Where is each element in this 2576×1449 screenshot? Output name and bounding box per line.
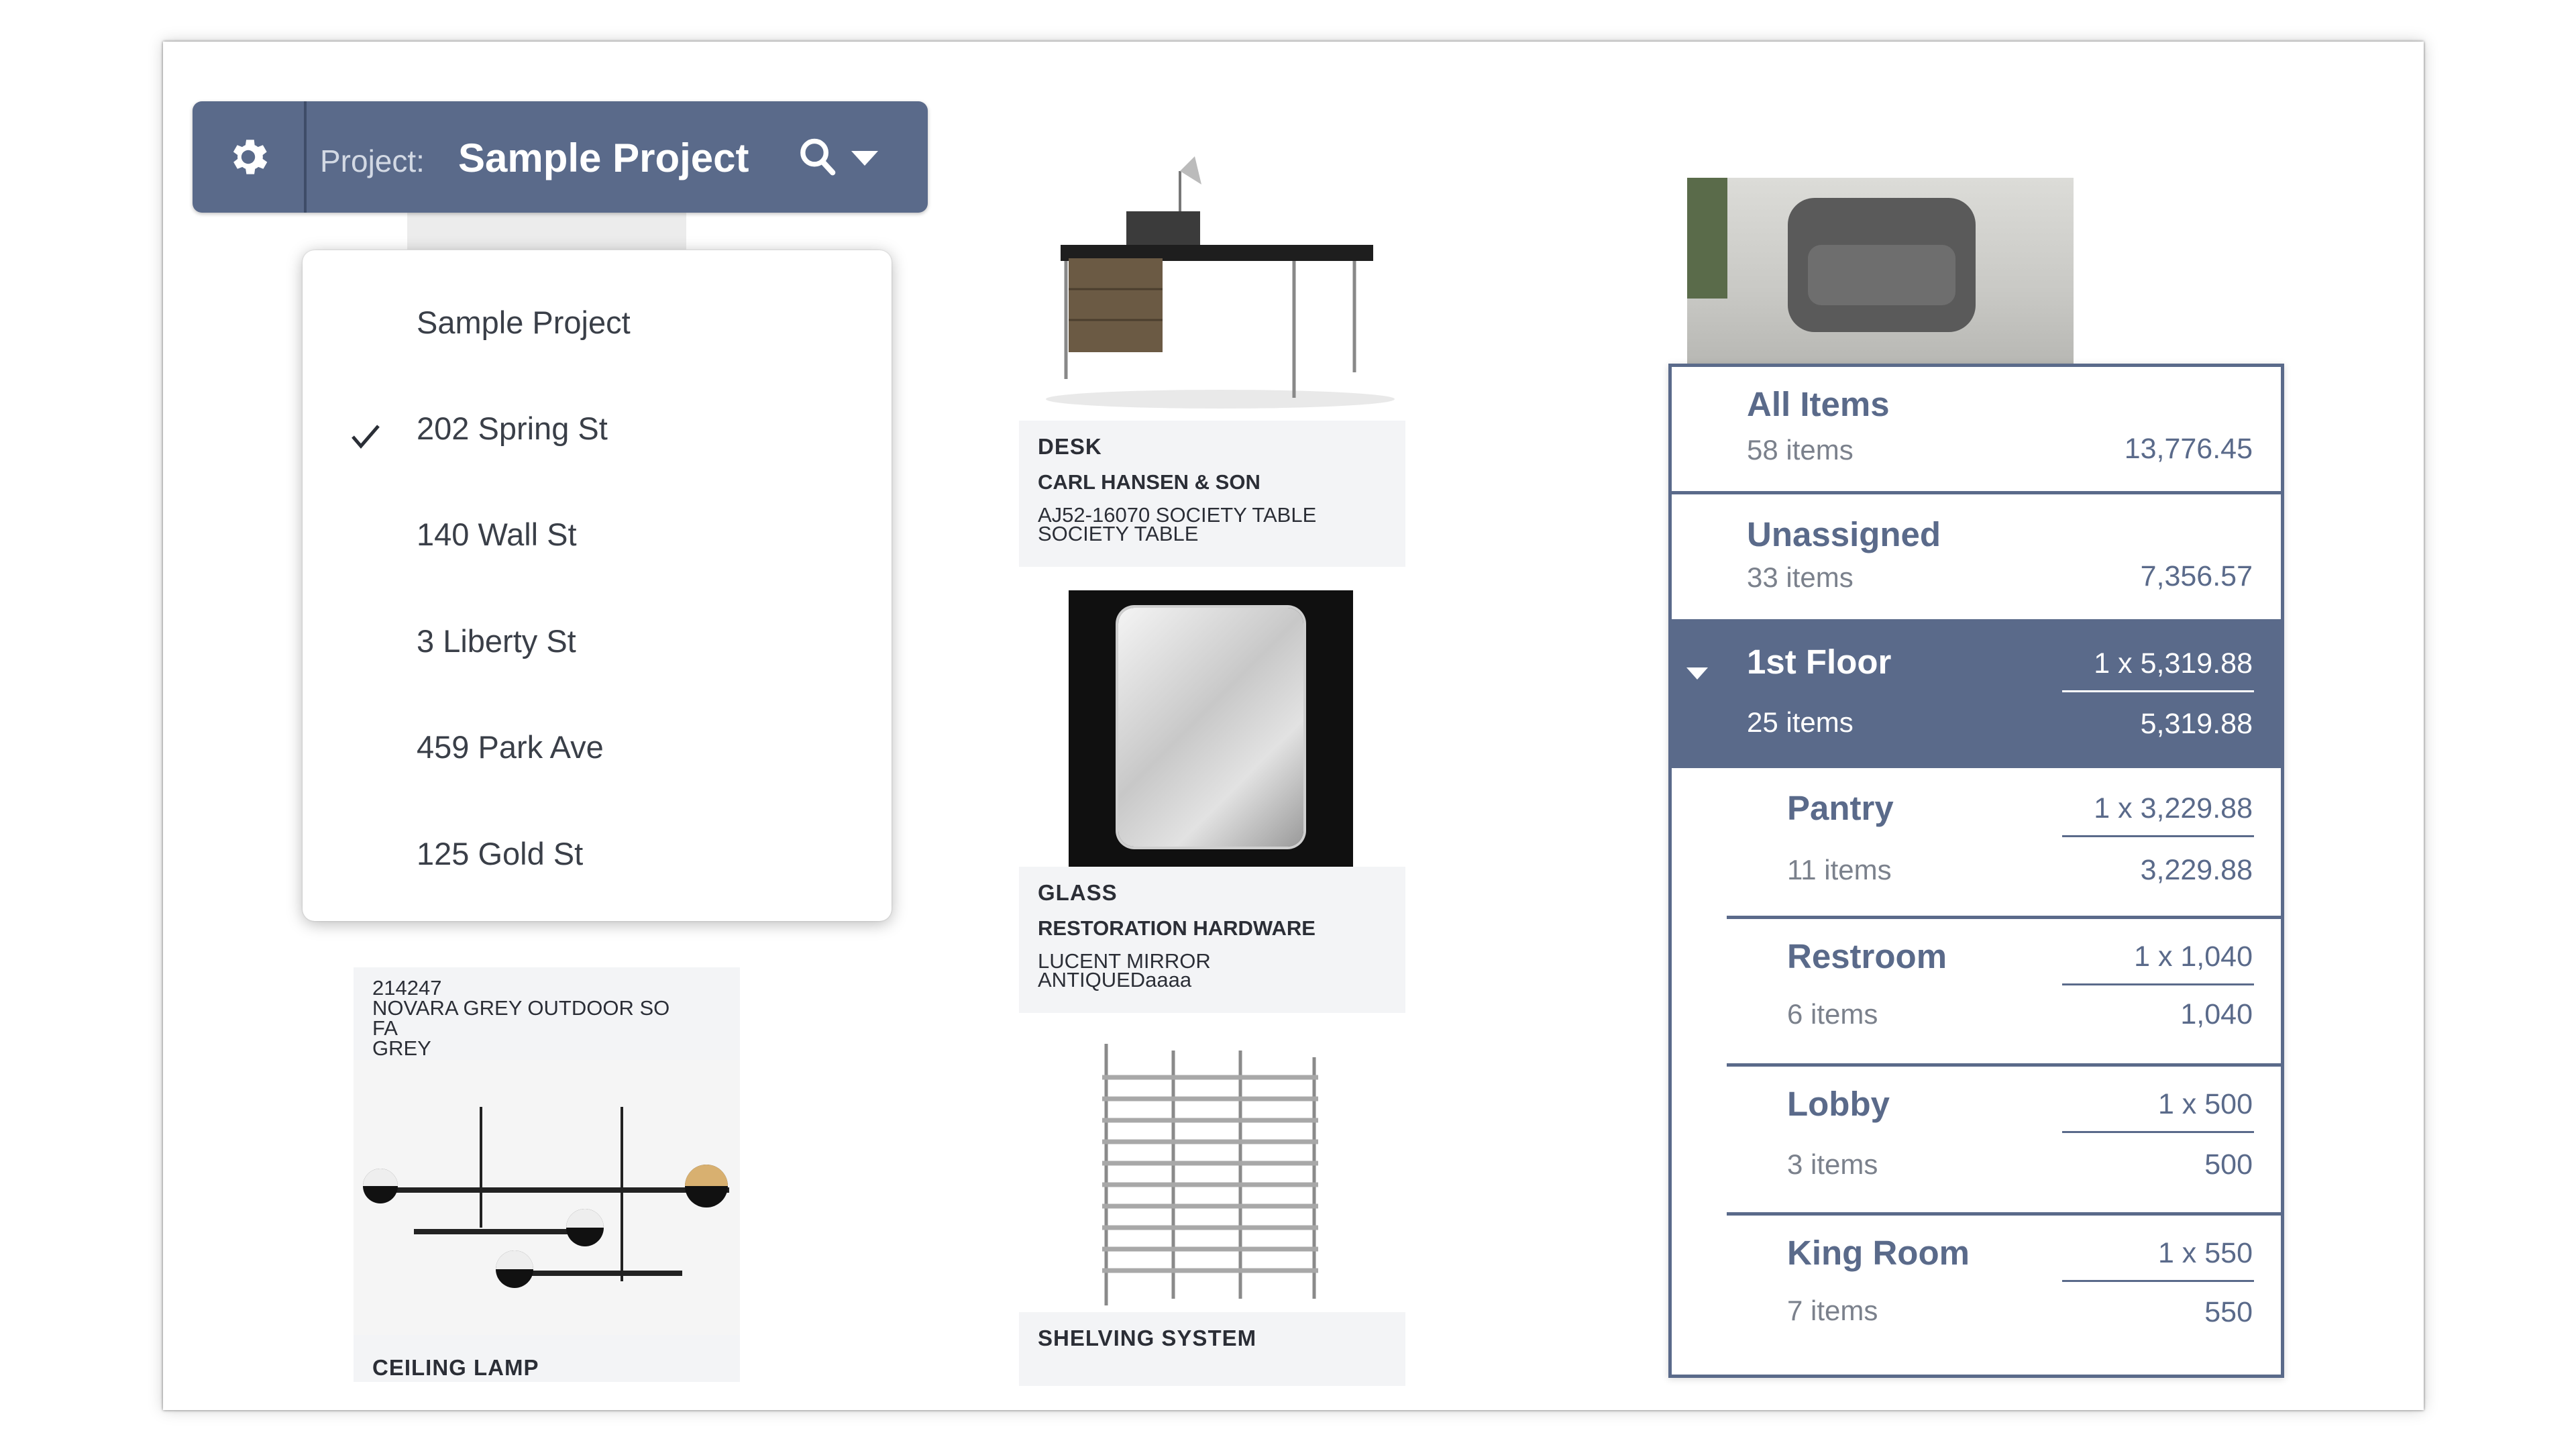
row-room-lobby[interactable]: Lobby 1 x 500 3 items 500	[1672, 1067, 2281, 1214]
row-unassigned[interactable]: Unassigned 33 items 7,356.57	[1672, 494, 2281, 619]
project-name[interactable]: Sample Project	[458, 135, 749, 181]
budget-summary-panel: All Items 58 items 13,776.45 Unassigned …	[1668, 364, 2284, 1378]
app-frame: 214247 NOVARA GREY OUTDOOR SO FA GREY CE…	[163, 42, 2424, 1410]
qty-underline	[2062, 983, 2254, 985]
row-title: Pantry	[1787, 789, 1894, 827]
search-button[interactable]	[798, 136, 838, 179]
row-total: 5,319.88	[2140, 708, 2253, 740]
row-all-items[interactable]: All Items 58 items 13,776.45	[1672, 367, 2281, 493]
collapse-caret-icon[interactable]	[1685, 666, 1709, 681]
row-count: 33 items	[1747, 561, 1854, 593]
dropdown-item[interactable]: 202 Spring St	[417, 410, 608, 447]
row-total: 550	[2204, 1296, 2253, 1328]
checkmark-icon	[352, 425, 380, 449]
ceiling-lamp-image	[363, 1107, 729, 1288]
row-qty: 1 x 550	[2157, 1237, 2253, 1269]
product-category: GLASS	[1038, 880, 1118, 905]
product-name: NOVARA GREY OUTDOOR SO	[372, 996, 670, 1020]
row-total: 500	[2204, 1148, 2253, 1181]
search-icon	[800, 138, 836, 176]
dropdown-item[interactable]: 140 Wall St	[417, 516, 577, 553]
row-total: 3,229.88	[2140, 854, 2253, 886]
row-count: 25 items	[1747, 706, 1854, 738]
row-title: Unassigned	[1747, 515, 1941, 553]
dropdown-item[interactable]: 459 Park Ave	[417, 729, 604, 765]
row-title: 1st Floor	[1747, 643, 1892, 681]
row-qty: 1 x 500	[2157, 1088, 2253, 1120]
row-count: 7 items	[1787, 1295, 1878, 1326]
product-category: DESK	[1038, 434, 1102, 459]
shelving-image	[1102, 1044, 1318, 1305]
product-finish: GREY	[372, 1036, 431, 1060]
product-image	[354, 1060, 740, 1335]
row-count: 58 items	[1747, 434, 1854, 466]
product-card-shelving[interactable]: SHELVING SYSTEM	[1019, 1037, 1405, 1386]
qty-underline	[2062, 1131, 2254, 1133]
row-qty: 1 x 3,229.88	[2094, 792, 2253, 824]
qty-underline	[2062, 1280, 2254, 1282]
row-count: 6 items	[1787, 998, 1878, 1030]
product-card-mirror[interactable]: GLASS RESTORATION HARDWARE LUCENT MIRROR…	[1019, 590, 1405, 1013]
row-total: 1,040	[2180, 998, 2253, 1030]
settings-button[interactable]	[193, 101, 307, 213]
product-card-lamp[interactable]: CEILING LAMP	[354, 1060, 740, 1382]
row-qty: 1 x 5,319.88	[2094, 647, 2253, 680]
row-count: 3 items	[1787, 1148, 1878, 1180]
product-name-cont: FA	[372, 1016, 398, 1040]
row-qty: 1 x 1,040	[2134, 941, 2253, 973]
row-count: 11 items	[1787, 854, 1892, 885]
row-title: Restroom	[1787, 937, 1947, 975]
qty-underline	[2062, 690, 2254, 692]
row-room-pantry[interactable]: Pantry 1 x 3,229.88 11 items 3,229.88	[1672, 768, 2281, 917]
qty-underline	[2062, 835, 2254, 837]
product-image	[1019, 144, 1405, 421]
row-title: Lobby	[1787, 1085, 1890, 1123]
product-brand: RESTORATION HARDWARE	[1038, 916, 1316, 940]
product-image	[1019, 1037, 1405, 1312]
row-title: King Room	[1787, 1234, 1970, 1272]
product-brand: CARL HANSEN & SON	[1038, 470, 1260, 494]
chevron-down-icon	[851, 151, 878, 166]
row-1st-floor[interactable]: 1st Floor 1 x 5,319.88 25 items 5,319.88	[1672, 619, 2281, 768]
gear-icon	[233, 140, 268, 174]
dropdown-item[interactable]: Sample Project	[417, 304, 631, 341]
product-card-desk[interactable]: DESK CARL HANSEN & SON AJ52-16070 SOCIET…	[1019, 144, 1405, 567]
project-dropdown-menu: Sample Project 202 Spring St 140 Wall St…	[303, 250, 892, 921]
dropdown-item[interactable]: 125 Gold St	[417, 835, 583, 872]
desk-image	[1046, 156, 1395, 409]
product-name-cont: ANTIQUEDaaaa	[1038, 968, 1192, 991]
project-dropdown-toggle[interactable]	[850, 150, 879, 167]
product-name-cont: SOCIETY TABLE	[1038, 522, 1199, 545]
product-category: CEILING LAMP	[372, 1355, 539, 1380]
product-image	[1019, 590, 1405, 867]
project-selector-bar: Project: Sample Project	[193, 101, 928, 213]
product-sku: 214247	[372, 976, 442, 1000]
product-category: SHELVING SYSTEM	[1038, 1326, 1257, 1350]
row-total: 13,776.45	[2124, 433, 2253, 465]
dropdown-item[interactable]: 3 Liberty St	[417, 623, 576, 659]
row-room-king[interactable]: King Room 1 x 550 7 items 550	[1672, 1216, 2281, 1375]
row-total: 7,356.57	[2140, 560, 2253, 592]
row-room-restroom[interactable]: Restroom 1 x 1,040 6 items 1,040	[1672, 919, 2281, 1065]
project-label: Project:	[320, 144, 425, 178]
row-title: All Items	[1747, 385, 1890, 423]
